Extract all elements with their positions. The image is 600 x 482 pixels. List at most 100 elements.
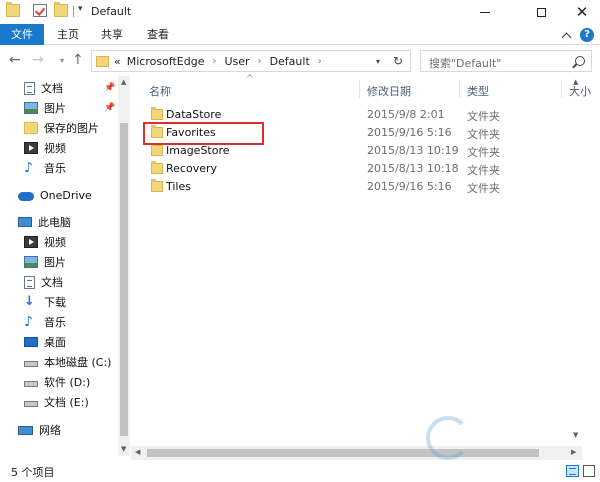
nav-item-network[interactable]: 网络 (18, 421, 61, 439)
breadcrumb-overflow[interactable]: « (114, 55, 121, 68)
folder-icon (151, 107, 163, 120)
address-bar[interactable]: « MicrosoftEdge › User › Default › ▾ ↻ (91, 50, 411, 72)
maximize-button[interactable] (518, 0, 564, 24)
up-button[interactable]: ↑ (72, 53, 84, 67)
breadcrumb-user[interactable]: User (224, 55, 249, 68)
scroll-down-icon[interactable]: ▼ (121, 445, 126, 453)
column-header-type[interactable]: 类型 (467, 83, 489, 99)
ribbon-controls: ? (561, 28, 594, 42)
properties-icon[interactable] (33, 4, 47, 17)
ribbon-tabs: 文件 主页 共享 查看 ? (0, 24, 600, 45)
column-divider[interactable] (561, 80, 562, 98)
minimize-button[interactable] (462, 0, 508, 24)
column-header-name[interactable]: 名称 (149, 83, 171, 99)
close-icon: ✕ (575, 2, 589, 21)
nav-item-label: 桌面 (44, 336, 66, 349)
folder-icon (96, 56, 109, 67)
nav-item-drive-c[interactable]: 本地磁盘 (C:) (24, 353, 111, 371)
minimize-icon (480, 11, 490, 13)
refresh-icon[interactable]: ↻ (393, 54, 403, 68)
file-row-recovery[interactable]: Recovery 2015/8/13 10:18 文件夹 (131, 160, 600, 178)
back-button[interactable]: ← (9, 53, 21, 67)
nav-item-this-pc[interactable]: 此电脑 (18, 213, 71, 231)
nav-item-label: 下载 (44, 296, 66, 309)
nav-item-label: 文档 (41, 82, 63, 95)
nav-item-drive-e[interactable]: 文档 (E:) (24, 393, 89, 411)
folder-icon (24, 122, 38, 134)
nav-item-pc-downloads[interactable]: ↓ 下载 (24, 293, 66, 311)
folder-icon (151, 161, 163, 174)
nav-item-documents[interactable]: 文档 (24, 79, 63, 97)
nav-pane-scrollbar[interactable]: ▲ ▼ (118, 76, 130, 456)
breadcrumb-default[interactable]: Default (270, 55, 310, 68)
details-view-icon[interactable] (566, 465, 579, 477)
file-row-tiles[interactable]: Tiles 2015/9/16 5:16 文件夹 (131, 178, 600, 196)
scroll-up-icon[interactable]: ▲ (573, 78, 578, 86)
nav-item-drive-d[interactable]: 软件 (D:) (24, 373, 90, 391)
tab-share[interactable]: 共享 (96, 24, 128, 45)
drive-icon (24, 361, 38, 367)
new-folder-icon[interactable] (54, 2, 68, 17)
nav-item-music[interactable]: ♪ 音乐 (24, 159, 66, 177)
nav-pane-scroll-thumb[interactable] (120, 123, 128, 436)
customize-quick-access-icon[interactable]: ▾ (78, 4, 83, 14)
folder-icon[interactable] (6, 2, 20, 17)
nav-item-pc-documents[interactable]: 文档 (24, 273, 63, 291)
tab-view[interactable]: 查看 (142, 24, 174, 45)
close-button[interactable]: ✕ (559, 0, 600, 24)
file-type: 文件夹 (467, 164, 500, 177)
nav-item-label: OneDrive (40, 188, 92, 202)
onedrive-icon (18, 192, 34, 201)
pictures-icon (24, 256, 38, 268)
breadcrumb-microsoftedge[interactable]: MicrosoftEdge (127, 55, 205, 68)
nav-item-label: 视频 (44, 142, 66, 155)
file-type: 文件夹 (467, 182, 500, 195)
navigation-pane: 文档 📌 图片 📌 保存的图片 视频 ♪ 音乐 OneDrive 此电脑 视频 … (0, 76, 118, 456)
videos-icon (24, 142, 38, 154)
chevron-right-icon[interactable]: › (258, 56, 262, 67)
nav-item-label: 网络 (39, 424, 61, 437)
chevron-right-icon[interactable]: › (318, 56, 322, 67)
nav-item-saved-pictures[interactable]: 保存的图片 (24, 119, 99, 137)
pin-icon[interactable]: 📌 (104, 103, 115, 113)
column-divider[interactable] (459, 80, 460, 98)
tab-home[interactable]: 主页 (52, 24, 84, 45)
drive-icon (24, 381, 38, 387)
large-icons-view-icon[interactable] (583, 465, 595, 477)
downloads-icon: ↓ (24, 294, 35, 309)
nav-item-pc-desktop[interactable]: 桌面 (24, 333, 66, 351)
recent-locations-icon[interactable]: ▾ (60, 56, 64, 65)
nav-item-pc-pictures[interactable]: 图片 (24, 253, 66, 271)
search-icon[interactable] (575, 56, 585, 66)
this-pc-icon (18, 217, 32, 227)
column-divider[interactable] (359, 80, 360, 98)
documents-icon (24, 275, 35, 289)
file-name: Recovery (166, 162, 218, 175)
file-name: Tiles (166, 180, 191, 193)
nav-item-videos[interactable]: 视频 (24, 139, 66, 157)
search-input[interactable]: 搜索"Default" (420, 50, 592, 72)
column-header-date[interactable]: 修改日期 (367, 83, 411, 99)
file-date: 2015/9/8 2:01 (367, 108, 445, 121)
pin-icon[interactable]: 📌 (104, 83, 115, 93)
nav-item-pictures[interactable]: 图片 (24, 99, 66, 117)
forward-button[interactable]: → (32, 53, 44, 67)
help-icon[interactable]: ? (580, 28, 594, 42)
nav-item-onedrive[interactable]: OneDrive (18, 186, 92, 204)
file-date: 2015/8/13 10:19 (367, 144, 459, 157)
chevron-right-icon[interactable]: › (212, 56, 216, 67)
folder-icon (151, 143, 163, 156)
title-bar: ▾ Default ✕ (0, 0, 600, 24)
item-count: 5 个项目 (11, 466, 55, 479)
scroll-up-icon[interactable]: ▲ (121, 78, 126, 86)
nav-item-pc-videos[interactable]: 视频 (24, 233, 66, 251)
collapse-ribbon-icon[interactable] (561, 32, 572, 42)
file-date: 2015/9/16 5:16 (367, 180, 452, 193)
scroll-left-icon[interactable]: ◀ (135, 448, 140, 456)
tab-file[interactable]: 文件 (0, 24, 44, 45)
nav-item-label: 图片 (44, 102, 66, 115)
file-list-scrollbar[interactable]: ▲ ▼ (570, 76, 584, 456)
address-dropdown-icon[interactable]: ▾ (376, 57, 380, 66)
nav-item-label: 本地磁盘 (C:) (44, 356, 112, 369)
nav-item-pc-music[interactable]: ♪ 音乐 (24, 313, 66, 331)
